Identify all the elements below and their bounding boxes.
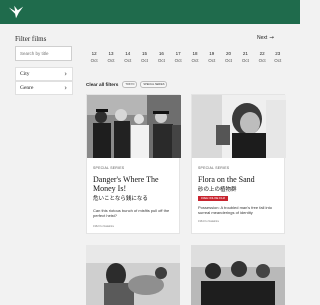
film-title[interactable]: Flora on the Sand [198, 175, 282, 184]
chevron-right-icon: › [64, 84, 67, 92]
filter-genre-label: Genre [20, 85, 34, 91]
film-card[interactable] [86, 245, 180, 305]
date-item[interactable]: 21 Oct [237, 50, 253, 64]
film-still-image [86, 245, 180, 305]
filter-films-heading: Filter films [15, 35, 47, 43]
film-credit: 1962 Ko Nakahira [93, 225, 114, 228]
date-item[interactable]: 12 Oct [86, 50, 102, 64]
filter-city-label: City [20, 71, 30, 77]
filter-pill[interactable]: TOKYO [122, 81, 138, 88]
filter-city[interactable]: City › [15, 67, 73, 81]
top-bar [0, 0, 300, 24]
date-strip: 12 Oct 13 Oct 14 Oct 15 Oct 16 Oct 17 Oct 18 Oc… [86, 50, 282, 69]
date-item[interactable]: 17 Oct [170, 50, 186, 64]
search-input[interactable] [15, 46, 72, 61]
next-button[interactable]: Next → [257, 35, 274, 41]
arrow-right-icon: → [269, 35, 274, 41]
date-item[interactable]: 19 Oct [204, 50, 220, 64]
date-item[interactable]: 18 Oct [187, 50, 203, 64]
film-card[interactable]: SPECIAL SERIES Danger's Where The Money … [86, 94, 181, 234]
film-still-image [192, 95, 286, 158]
date-item[interactable]: 13 Oct [103, 50, 119, 64]
date-item[interactable]: 22 Oct [254, 50, 270, 64]
bird-logo-icon[interactable] [7, 3, 25, 21]
film-card[interactable]: SPECIAL SERIES Flora on the Sand 砂の上の植物群… [191, 94, 286, 234]
series-label: SPECIAL SERIES [93, 166, 125, 170]
active-filters-row: Clear all filters TOKYO SPECIAL SERIES [86, 80, 170, 89]
date-item[interactable]: 23 Oct [271, 50, 285, 64]
date-item[interactable]: 15 Oct [136, 50, 152, 64]
film-still-image [191, 245, 285, 305]
film-title[interactable]: Danger's Where The Money Is! [93, 175, 177, 193]
free-online-badge: FREE ONLINE FILM [198, 196, 228, 201]
date-item[interactable]: 20 Oct [220, 50, 236, 64]
film-title-japanese: 砂の上の植物群 [198, 187, 237, 193]
date-item[interactable]: 16 Oct [153, 50, 169, 64]
film-credit: 1964 Ko Nakahira [198, 220, 219, 223]
series-label: SPECIAL SERIES [198, 166, 230, 170]
film-description: Can this riotous bunch of misfits pull o… [93, 208, 170, 218]
clear-filters-link[interactable]: Clear all filters [86, 82, 118, 87]
date-item[interactable]: 14 Oct [120, 50, 136, 64]
next-label: Next [257, 35, 268, 41]
filter-pill[interactable]: SPECIAL SERIES [140, 81, 168, 88]
film-description: Possession: A troubled man's free fall i… [198, 205, 272, 215]
film-title-japanese: 危いことなら銭になる [93, 196, 148, 202]
chevron-right-icon: › [64, 70, 67, 78]
film-card[interactable] [191, 245, 285, 305]
filter-genre[interactable]: Genre › [15, 81, 73, 95]
film-still-image [87, 95, 181, 158]
